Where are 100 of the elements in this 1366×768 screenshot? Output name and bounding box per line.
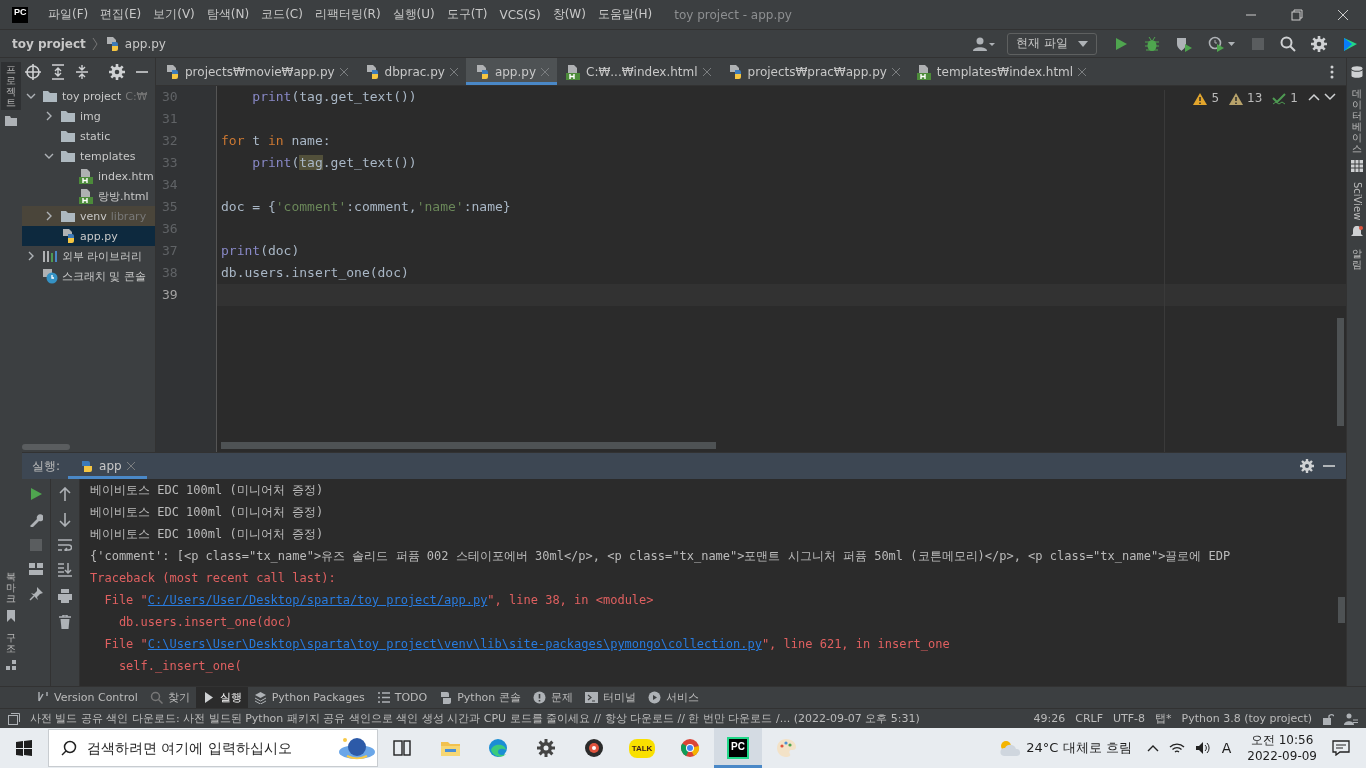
tool-window-label[interactable]: 구조 [6,632,16,654]
bookmark-icon[interactable] [6,610,16,622]
scrollbar-thumb[interactable] [1337,318,1344,426]
volume-icon[interactable] [1194,741,1211,755]
database-icon[interactable] [1350,66,1363,78]
search-icon[interactable] [1280,35,1296,52]
close-icon[interactable] [1078,67,1087,76]
input-method-indicator[interactable]: A [1221,740,1232,756]
editor-tab[interactable]: dbprac.py [355,58,466,85]
problem-count[interactable]: 5 [1211,91,1220,105]
menu-item[interactable]: 코드(C) [255,6,309,23]
editor-tab[interactable]: templates₩index.html [907,58,1095,85]
expand-all-icon[interactable] [51,64,65,80]
clock-time[interactable]: 오전 10:56 [1250,732,1314,748]
breadcrumb-item[interactable]: app.py [124,36,166,51]
chevron-down-icon[interactable] [44,151,54,161]
coverage-icon[interactable] [1175,35,1193,52]
editor-tab[interactable]: projects₩movie₩app.py [156,58,356,85]
menu-item[interactable]: 도움말(H) [591,6,659,23]
code-with-me-icon[interactable] [1342,35,1358,52]
event-log-icon[interactable] [8,712,20,725]
tree-item[interactable]: templates [22,146,155,166]
menu-item[interactable]: 편집(E) [94,6,148,23]
code-line[interactable]: print(doc) [221,240,300,262]
menu-item[interactable]: 탐색(N) [200,6,256,23]
search-bar[interactable]: 검색하려면 여기에 입력하십시오 [48,729,378,767]
layout-icon[interactable] [29,563,43,575]
tree-item[interactable]: app.py [22,226,155,246]
bug-icon[interactable] [1144,35,1160,52]
chevron-right-icon[interactable] [44,211,54,221]
chevron-down-icon[interactable] [26,91,36,101]
windows-start-icon[interactable] [16,740,32,756]
scrollbar-thumb[interactable] [22,444,70,450]
status-item[interactable]: Python 3.8 (toy project) [1181,712,1312,725]
menu-item[interactable]: 리팩터링(R) [308,6,387,23]
tool-window-tab[interactable]: Python 콘솔 [433,687,527,708]
scrollbar-thumb[interactable] [1338,597,1345,623]
settings-icon[interactable] [1300,459,1314,473]
status-item[interactable]: 49:26 [1033,712,1066,725]
menu-item[interactable]: 파일(F) [42,6,95,23]
menu-item[interactable]: VCS(S) [493,7,547,22]
status-item[interactable]: UTF-8 [1113,712,1146,725]
print-icon[interactable] [58,589,72,603]
tool-window-tab[interactable]: Python Packages [247,687,371,708]
code-line[interactable]: for t in name: [221,130,331,152]
locate-icon[interactable] [25,64,41,80]
user-icon[interactable] [972,35,997,52]
grid-icon[interactable] [1350,160,1363,172]
search-field[interactable]: 검색하려면 여기에 입력하십시오 [85,739,329,757]
soft-wrap-icon[interactable] [58,539,72,551]
scroll-to-end-icon[interactable] [58,563,72,577]
problem-count[interactable]: 13 [1247,91,1263,105]
profiler-icon[interactable] [1208,35,1236,52]
tool-window-tab[interactable]: TODO [370,687,434,708]
status-message[interactable]: 사전 빌드 공유 색인 다운로드: 사전 빌드된 Python 패키지 공유 색인으로 색인 생성 시간과 CPU 로드를 줄이세요 // 항상 다운로드 // 한 번만 다운로드 /... (2022-09-07 오후 5:31) [30,711,1024,726]
tool-window-tab[interactable]: 찾기 [143,687,196,708]
trash-icon[interactable] [59,615,71,629]
run-config-dropdown[interactable]: 현재 파일 [1007,32,1097,55]
run-tab[interactable]: app [68,453,147,479]
next-icon[interactable] [1324,93,1336,101]
previous-icon[interactable] [1308,93,1320,101]
pin-icon[interactable] [29,587,43,601]
notification-icon[interactable] [1332,740,1350,756]
collapse-all-icon[interactable] [75,64,89,80]
run-icon[interactable] [1113,35,1129,52]
tool-window-label[interactable]: 데이터베이스 [1351,88,1362,154]
tool-window-tab[interactable]: Version Control [30,687,144,708]
status-item[interactable]: 탭* [1155,711,1172,726]
tree-item[interactable]: img [22,106,155,126]
wifi-icon[interactable] [1168,741,1185,755]
tool-window-label[interactable]: SciView [1351,182,1362,221]
taskbar-app[interactable]: PC [714,728,762,768]
structure-icon[interactable] [6,660,16,670]
tree-item[interactable]: index.htm [22,166,155,186]
wrench-icon[interactable] [29,513,43,527]
rerun-icon[interactable] [29,487,43,501]
more-icon[interactable] [1330,64,1334,79]
breadcrumb-item[interactable]: toy project [12,36,86,51]
scrollbar-thumb[interactable] [221,442,716,449]
close-icon[interactable] [891,67,900,76]
up-arrow-icon[interactable] [59,487,71,501]
tool-window-tab[interactable]: 서비스 [641,687,705,708]
status-item[interactable]: CRLF [1075,712,1103,725]
tree-item[interactable]: 스크래치 및 콘솔 [22,266,155,286]
clock-date[interactable]: 2022-09-09 [1247,748,1317,764]
file-link[interactable]: C:/Users/User/Desktop/sparta/toy project/app.py [147,593,488,607]
tree-item[interactable]: 랑방.html [22,186,155,206]
lock-icon[interactable] [1322,712,1334,725]
weather-text[interactable]: 24°C 대체로 흐림 [1026,739,1132,757]
folder-icon[interactable] [5,116,17,126]
close-icon[interactable] [339,67,348,76]
tree-item[interactable]: 외부 라이브러리 [22,246,155,266]
chevron-right-icon[interactable] [26,251,36,261]
close-icon[interactable] [702,67,711,76]
tool-window-label[interactable]: 프로젝트 [1,62,21,110]
close-icon[interactable] [449,67,458,76]
code-line[interactable]: print(tag.get_text()) [221,86,417,108]
menu-item[interactable]: 보기(V) [147,6,201,23]
menu-item[interactable]: 도구(T) [440,6,494,23]
editor-tab[interactable]: projects₩prac₩app.py [718,58,908,85]
